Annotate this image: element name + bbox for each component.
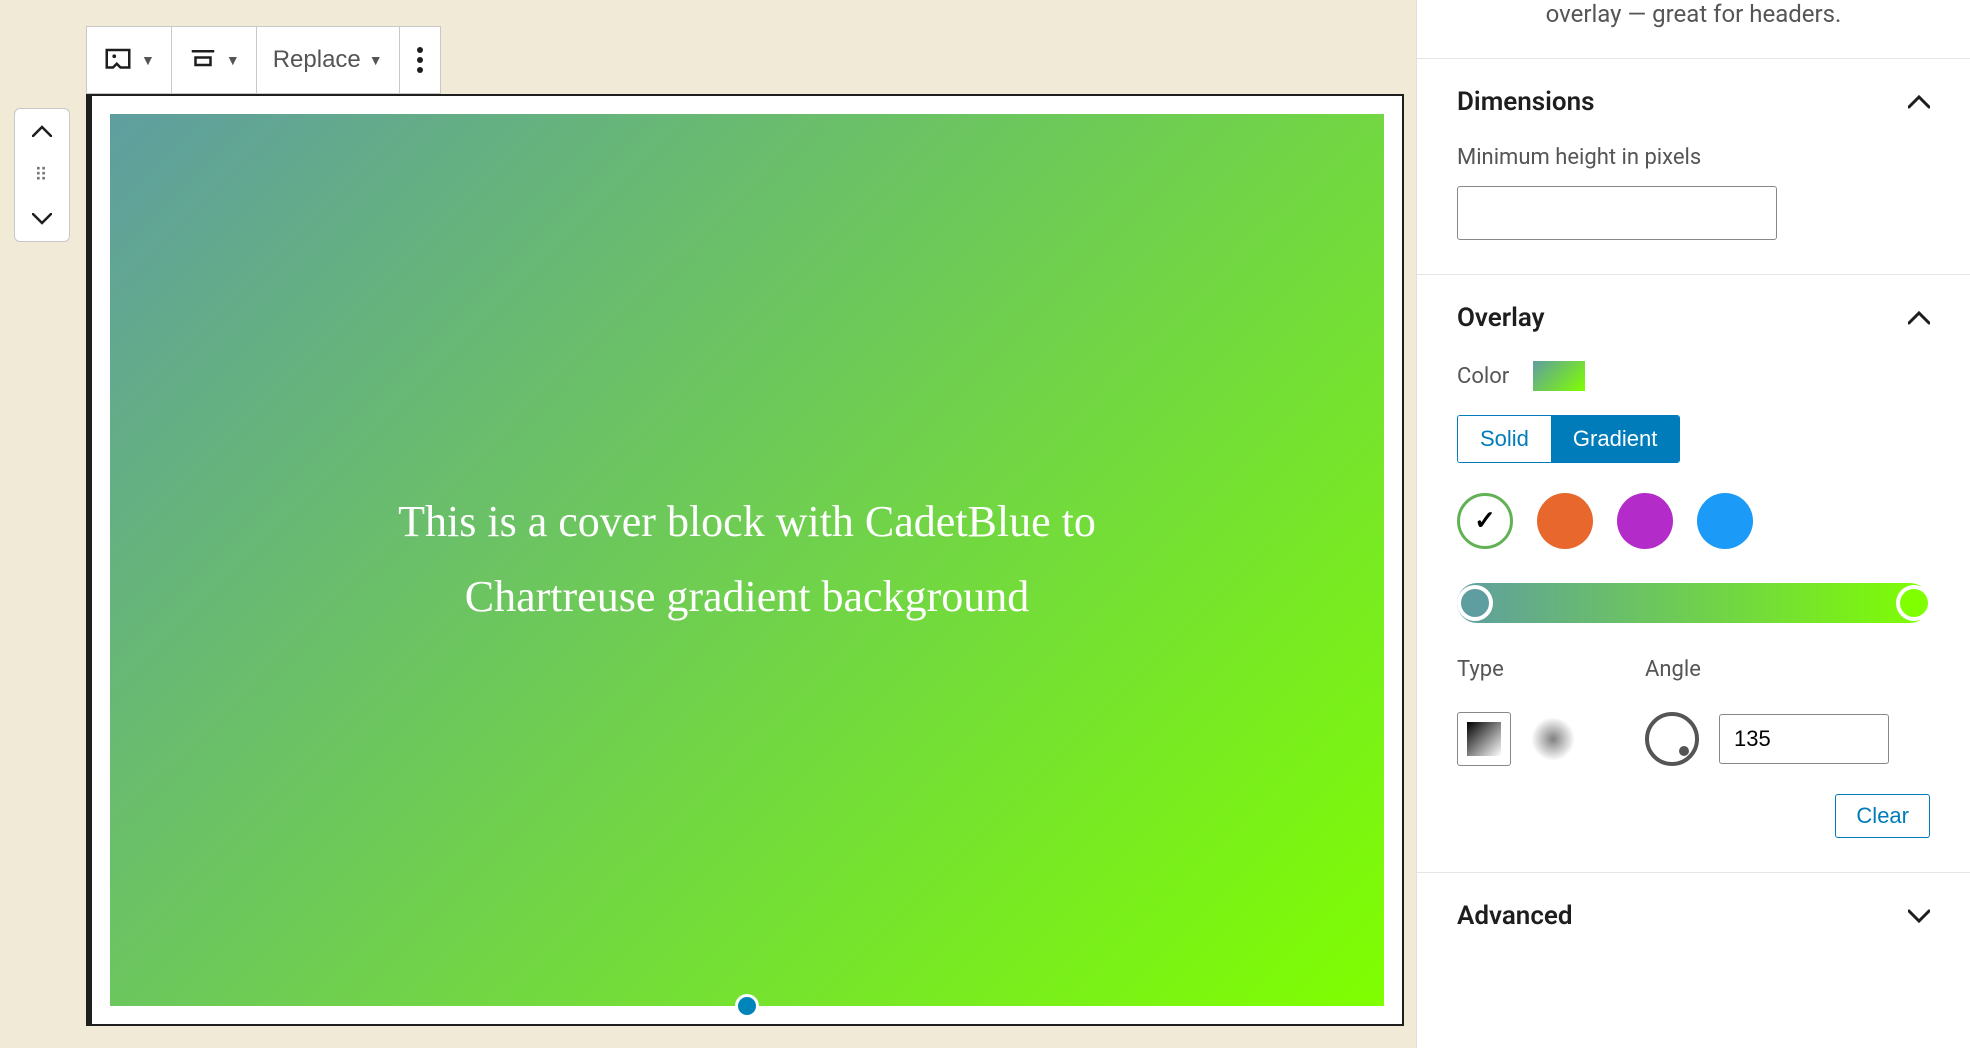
chevron-up-icon (1908, 95, 1930, 109)
block-mover: ⠿ (14, 108, 70, 242)
angle-label: Angle (1645, 657, 1889, 682)
block-description: overlay — great for headers. (1417, 0, 1970, 58)
more-vertical-icon (416, 46, 424, 74)
move-down-button[interactable] (15, 197, 69, 241)
clear-button[interactable]: Clear (1835, 794, 1930, 838)
panel-title: Overlay (1457, 303, 1545, 333)
color-label: Color (1457, 364, 1509, 389)
preset-swatch-orange[interactable] (1537, 493, 1593, 549)
replace-label: Replace (273, 46, 361, 74)
dimensions-panel: Dimensions Minimum height in pixels (1417, 58, 1970, 274)
angle-dial[interactable] (1645, 712, 1699, 766)
min-height-input[interactable] (1457, 186, 1777, 240)
gradient-presets (1457, 493, 1930, 549)
advanced-panel: Advanced (1417, 872, 1970, 959)
color-mode-toggle: Solid Gradient (1457, 415, 1680, 463)
min-height-label: Minimum height in pixels (1457, 145, 1930, 170)
resize-handle-bottom[interactable] (735, 994, 759, 1018)
panel-title: Advanced (1457, 901, 1573, 931)
cover-text[interactable]: This is a cover block with CadetBlue to … (397, 485, 1097, 635)
gradient-tab[interactable]: Gradient (1551, 416, 1679, 462)
block-type-button[interactable]: ▼ (87, 27, 171, 93)
overlay-panel: Overlay Color Solid Gradient (1417, 274, 1970, 872)
gradient-track (1457, 583, 1930, 623)
panel-title: Dimensions (1457, 87, 1595, 117)
cover-block[interactable]: This is a cover block with CadetBlue to … (86, 94, 1404, 1026)
caret-down-icon: ▼ (369, 52, 383, 68)
gradient-stop-start[interactable] (1457, 585, 1493, 621)
solid-tab[interactable]: Solid (1458, 416, 1551, 462)
editor-canvas: ⠿ ▼ ▼ Replace ▼ (0, 0, 1416, 1048)
current-color-swatch[interactable] (1533, 361, 1585, 391)
overlay-panel-toggle[interactable]: Overlay (1417, 275, 1970, 361)
preset-swatch-blue[interactable] (1697, 493, 1753, 549)
move-up-button[interactable] (15, 109, 69, 153)
align-button[interactable]: ▼ (172, 27, 256, 93)
type-label: Type (1457, 657, 1575, 682)
chevron-up-icon (1908, 311, 1930, 325)
gradient-type-linear[interactable] (1457, 712, 1511, 766)
advanced-panel-toggle[interactable]: Advanced (1417, 873, 1970, 959)
caret-down-icon: ▼ (226, 52, 240, 68)
chevron-down-icon (1908, 909, 1930, 923)
block-toolbar: ▼ ▼ Replace ▼ (86, 26, 441, 94)
gradient-bar[interactable] (1457, 583, 1930, 623)
cover-block-icon (103, 45, 133, 75)
caret-down-icon: ▼ (141, 52, 155, 68)
more-options-button[interactable] (400, 27, 440, 93)
align-icon (188, 45, 218, 75)
drag-handle[interactable]: ⠿ (15, 153, 69, 197)
angle-input[interactable] (1719, 714, 1889, 764)
inspector-sidebar: overlay — great for headers. Dimensions … (1416, 0, 1970, 1048)
cover-block-inner: This is a cover block with CadetBlue to … (110, 114, 1384, 1006)
replace-button[interactable]: Replace ▼ (257, 27, 399, 93)
preset-swatch-purple[interactable] (1617, 493, 1673, 549)
dimensions-panel-toggle[interactable]: Dimensions (1417, 59, 1970, 145)
gradient-type-radial[interactable] (1531, 717, 1575, 761)
preset-swatch-selected[interactable] (1457, 493, 1513, 549)
gradient-stop-end[interactable] (1896, 585, 1932, 621)
